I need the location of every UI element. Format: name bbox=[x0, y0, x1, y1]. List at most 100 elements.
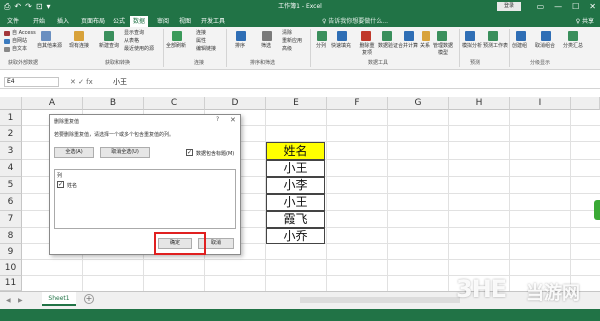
gridline bbox=[387, 110, 388, 291]
ribbon-separator bbox=[226, 29, 227, 67]
column-header-h[interactable]: H bbox=[449, 97, 510, 110]
row-header-2[interactable]: 2 bbox=[0, 126, 22, 142]
horizontal-scrollbar[interactable] bbox=[300, 297, 460, 303]
help-icon[interactable]: ? bbox=[216, 116, 219, 123]
row-header-10[interactable]: 10 bbox=[0, 260, 22, 276]
tab-data[interactable]: 数据 bbox=[130, 16, 149, 27]
gridline bbox=[22, 259, 600, 260]
column-checkbox[interactable]: ✓ bbox=[57, 181, 64, 188]
formula-input[interactable]: 小王 bbox=[113, 77, 127, 87]
name-box[interactable]: E4 bbox=[4, 77, 59, 87]
advanced-filter-button[interactable]: 高级 bbox=[282, 46, 292, 53]
manage-data-model-button[interactable]: 管理数据模型 bbox=[432, 43, 454, 57]
column-header-f[interactable]: F bbox=[327, 97, 388, 110]
ungroup-button[interactable]: 取消组合 bbox=[535, 43, 555, 50]
cancel-label: 取消 bbox=[210, 240, 221, 246]
close-icon[interactable]: ✕ bbox=[589, 1, 596, 12]
row-header-6[interactable]: 6 bbox=[0, 194, 22, 211]
add-sheet-icon[interactable]: + bbox=[84, 294, 94, 304]
subtotal-button[interactable]: 分类汇总 bbox=[563, 43, 583, 50]
row-header-3[interactable]: 3 bbox=[0, 142, 22, 160]
remove-duplicates-icon bbox=[361, 31, 371, 41]
list-header: 列 bbox=[57, 173, 63, 179]
what-if-analysis-button[interactable]: 模拟分析 bbox=[462, 43, 482, 50]
column-header-g[interactable]: G bbox=[388, 97, 449, 110]
ribbon-options-icon[interactable]: ▭ bbox=[537, 1, 545, 12]
cell-e5[interactable]: 小李 bbox=[266, 177, 325, 194]
cell-e6[interactable]: 小王 bbox=[266, 194, 325, 211]
tab-review[interactable]: 审阅 bbox=[154, 16, 172, 27]
new-query-button[interactable]: 新建查询 bbox=[99, 43, 119, 50]
cell-e3-header[interactable]: 姓名 bbox=[266, 142, 325, 160]
watermark-latin: 3HE bbox=[456, 275, 507, 303]
clear-filter-button[interactable]: 清除 bbox=[282, 30, 292, 37]
edit-links-button[interactable]: 编辑链接 bbox=[196, 46, 216, 53]
consolidate-button[interactable]: 合并计算 bbox=[398, 43, 418, 50]
remove-duplicates-button[interactable]: 删除重复项 bbox=[358, 43, 376, 57]
column-header-e[interactable]: E bbox=[266, 97, 327, 110]
next-sheet-icon[interactable]: ▶ bbox=[18, 297, 23, 304]
maximize-icon[interactable]: ☐ bbox=[572, 1, 579, 12]
column-header-d[interactable]: D bbox=[205, 97, 266, 110]
from-other-sources-button[interactable]: 自其他来源 bbox=[37, 43, 62, 50]
cell-e7[interactable]: 霞飞 bbox=[266, 211, 325, 228]
tab-developer[interactable]: 开发工具 bbox=[198, 16, 228, 27]
existing-connections-button[interactable]: 现有连接 bbox=[69, 43, 89, 50]
from-text-button[interactable]: 自文本 bbox=[12, 46, 27, 53]
from-access-button[interactable]: 自 Access bbox=[12, 30, 36, 37]
filter-button[interactable]: 筛选 bbox=[261, 43, 271, 50]
row-header-1[interactable]: 1 bbox=[0, 110, 22, 126]
column-header-a[interactable]: A bbox=[22, 97, 83, 110]
recent-sources-button[interactable]: 最近使用的源 bbox=[124, 46, 154, 53]
new-query-icon bbox=[104, 31, 114, 41]
tab-view[interactable]: 视图 bbox=[176, 16, 194, 27]
row-header-7[interactable]: 7 bbox=[0, 211, 22, 228]
show-queries-button[interactable]: 显示查询 bbox=[124, 30, 144, 37]
from-web-button[interactable]: 自网站 bbox=[12, 38, 27, 45]
select-all-corner[interactable] bbox=[0, 97, 22, 110]
has-headers-checkbox[interactable]: ✓ bbox=[186, 149, 193, 156]
properties-button[interactable]: 属性 bbox=[196, 38, 206, 45]
create-group-button[interactable]: 创建组 bbox=[512, 43, 527, 50]
column-header-i[interactable]: I bbox=[510, 97, 571, 110]
row-header-5[interactable]: 5 bbox=[0, 177, 22, 194]
text-to-columns-button[interactable]: 分列 bbox=[316, 43, 326, 50]
tab-home[interactable]: 开始 bbox=[30, 16, 48, 27]
tab-formulas[interactable]: 公式 bbox=[110, 16, 128, 27]
flash-fill-button[interactable]: 快速填充 bbox=[331, 43, 351, 50]
reapply-button[interactable]: 重新应用 bbox=[282, 38, 302, 45]
sort-button[interactable]: 排序 bbox=[235, 43, 245, 50]
sheet-tab-sheet1[interactable]: Sheet1 bbox=[42, 292, 76, 306]
prev-sheet-icon[interactable]: ◀ bbox=[6, 297, 11, 304]
minimize-icon[interactable]: — bbox=[554, 1, 562, 12]
select-all-button[interactable]: 全选(A) bbox=[54, 147, 94, 158]
tab-insert[interactable]: 插入 bbox=[54, 16, 72, 27]
row-header-11[interactable]: 11 bbox=[0, 276, 22, 291]
ribbon-separator bbox=[163, 29, 164, 67]
refresh-all-button[interactable]: 全部刷新 bbox=[166, 43, 186, 50]
tell-me-search[interactable]: ♀ 告诉我你想要做什么... bbox=[322, 17, 388, 26]
column-header-b[interactable]: B bbox=[83, 97, 144, 110]
row-header-9[interactable]: 9 bbox=[0, 244, 22, 260]
tab-file[interactable]: 文件 bbox=[4, 16, 22, 27]
signin-button[interactable]: 登录 bbox=[497, 2, 521, 11]
columns-listbox[interactable]: 列 ✓ 姓名 bbox=[54, 169, 236, 229]
unselect-all-button[interactable]: 取消全选(U) bbox=[100, 147, 150, 158]
row-header-8[interactable]: 8 bbox=[0, 228, 22, 244]
share-button[interactable]: ♀ 共享 bbox=[576, 17, 594, 26]
access-icon bbox=[4, 31, 10, 36]
data-validation-button[interactable]: 数据验证 bbox=[378, 43, 398, 50]
connections-button[interactable]: 连接 bbox=[196, 30, 206, 37]
relationships-button[interactable]: 关系 bbox=[420, 43, 430, 50]
row-header-4[interactable]: 4 bbox=[0, 160, 22, 177]
relationships-icon bbox=[422, 31, 430, 41]
from-table-button[interactable]: 从表格 bbox=[124, 38, 139, 45]
column-header-c[interactable]: C bbox=[144, 97, 205, 110]
formula-icons[interactable]: ✕ ✓ fx bbox=[70, 77, 93, 87]
cell-e4[interactable]: 小王 bbox=[266, 160, 325, 177]
web-icon bbox=[4, 39, 10, 44]
dialog-close-icon[interactable]: ✕ bbox=[230, 116, 236, 124]
tab-page-layout[interactable]: 页面布局 bbox=[78, 16, 108, 27]
cell-e8[interactable]: 小乔 bbox=[266, 228, 325, 244]
forecast-sheet-button[interactable]: 预测工作表 bbox=[483, 43, 508, 50]
